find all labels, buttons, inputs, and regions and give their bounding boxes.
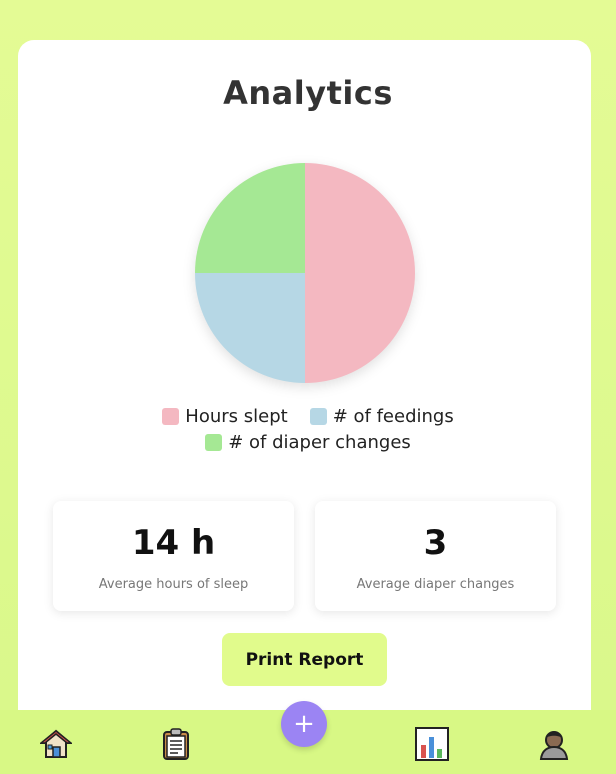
user-icon[interactable] (536, 726, 572, 762)
legend-row-2: # of diaper changes (0, 432, 616, 453)
pie-chart (185, 160, 425, 388)
page-title: Analytics (223, 74, 393, 112)
legend-label: Hours slept (185, 406, 288, 427)
add-entry-button[interactable]: + (281, 701, 327, 747)
clipboard-icon[interactable] (158, 726, 194, 762)
stat-card-sleep: 14 h Average hours of sleep (53, 501, 294, 611)
print-report-button[interactable]: Print Report (222, 633, 387, 686)
stat-value: 3 (423, 523, 448, 563)
legend-swatch (205, 434, 223, 451)
pie-slice-1 (195, 273, 305, 383)
legend-swatch (162, 408, 180, 425)
bar-chart-icon[interactable] (414, 726, 450, 762)
house-icon[interactable] (38, 726, 74, 762)
legend: Hours slept # of feedings (0, 406, 616, 427)
pie-slice-2 (195, 163, 305, 273)
stat-label: Average hours of sleep (98, 577, 249, 592)
stat-value: 14 h (131, 523, 216, 563)
stat-label: Average diaper changes (356, 577, 515, 592)
pie-slice-0 (305, 163, 415, 383)
legend-swatch (309, 408, 327, 425)
legend-item-feedings: # of feedings (309, 406, 454, 427)
legend-label: # of diaper changes (228, 432, 411, 453)
legend-item-diaper-changes: # of diaper changes (205, 432, 411, 453)
legend-item-hours-slept: Hours slept (162, 406, 288, 427)
legend-label: # of feedings (332, 406, 454, 427)
stat-card-diapers: 3 Average diaper changes (315, 501, 556, 611)
